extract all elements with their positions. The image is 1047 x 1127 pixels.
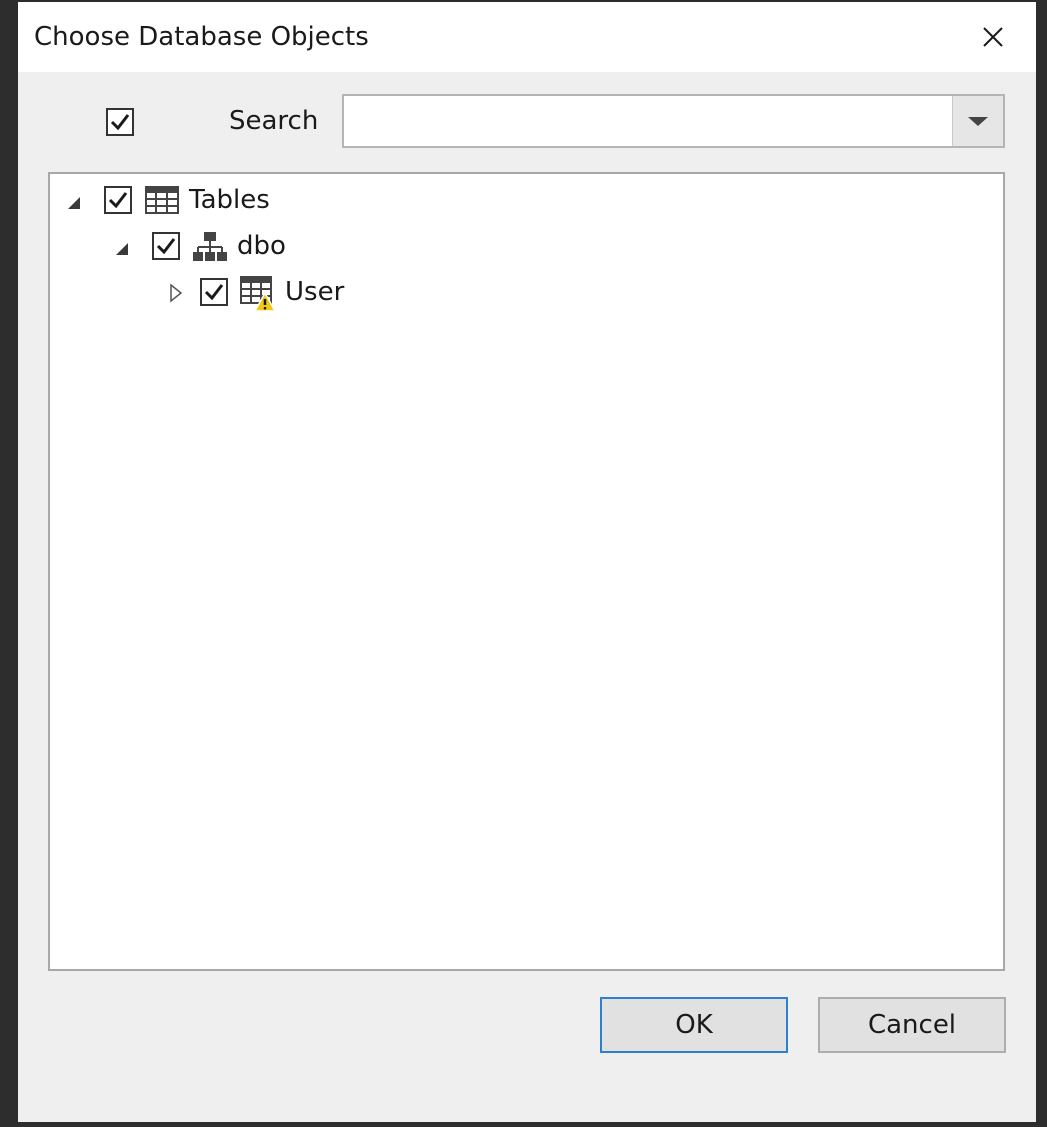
tree-node-label: dbo: [237, 231, 286, 261]
ok-button[interactable]: OK: [600, 997, 788, 1053]
search-label: Search: [229, 106, 319, 136]
user-checkbox[interactable]: [200, 278, 228, 306]
table-warning-icon: [240, 276, 276, 312]
tree-node-tables[interactable]: Tables: [50, 182, 1000, 222]
title-bar: Choose Database Objects: [18, 2, 1036, 72]
collapsed-triangle-icon[interactable]: [168, 282, 184, 304]
table-icon: [145, 186, 179, 214]
checkmark-icon: [110, 114, 130, 131]
checkmark-icon: [156, 238, 176, 255]
tree-node-dbo[interactable]: dbo: [50, 228, 1000, 268]
search-dropdown-button[interactable]: [952, 96, 1003, 146]
choose-database-objects-dialog: Choose Database Objects Search Tables db…: [18, 2, 1036, 1122]
search-combobox[interactable]: [342, 94, 1005, 148]
chevron-down-icon: [968, 117, 988, 126]
schema-hierarchy-icon: [193, 232, 227, 261]
select-all-checkbox[interactable]: [106, 108, 134, 136]
search-input[interactable]: [348, 98, 952, 146]
tree-node-label: User: [285, 277, 345, 307]
close-button[interactable]: [968, 16, 1018, 60]
dialog-title: Choose Database Objects: [34, 22, 369, 52]
checkmark-icon: [204, 284, 224, 301]
expanded-triangle-icon[interactable]: [114, 240, 132, 258]
tree-node-label: Tables: [189, 185, 270, 215]
checkmark-icon: [108, 192, 128, 209]
expanded-triangle-icon[interactable]: [66, 194, 84, 212]
dbo-checkbox[interactable]: [152, 232, 180, 260]
close-icon: [983, 27, 1003, 47]
cancel-button[interactable]: Cancel: [818, 997, 1006, 1053]
database-objects-tree[interactable]: Tables dbo User: [48, 172, 1005, 971]
tables-checkbox[interactable]: [104, 186, 132, 214]
tree-node-user[interactable]: User: [50, 274, 1000, 314]
